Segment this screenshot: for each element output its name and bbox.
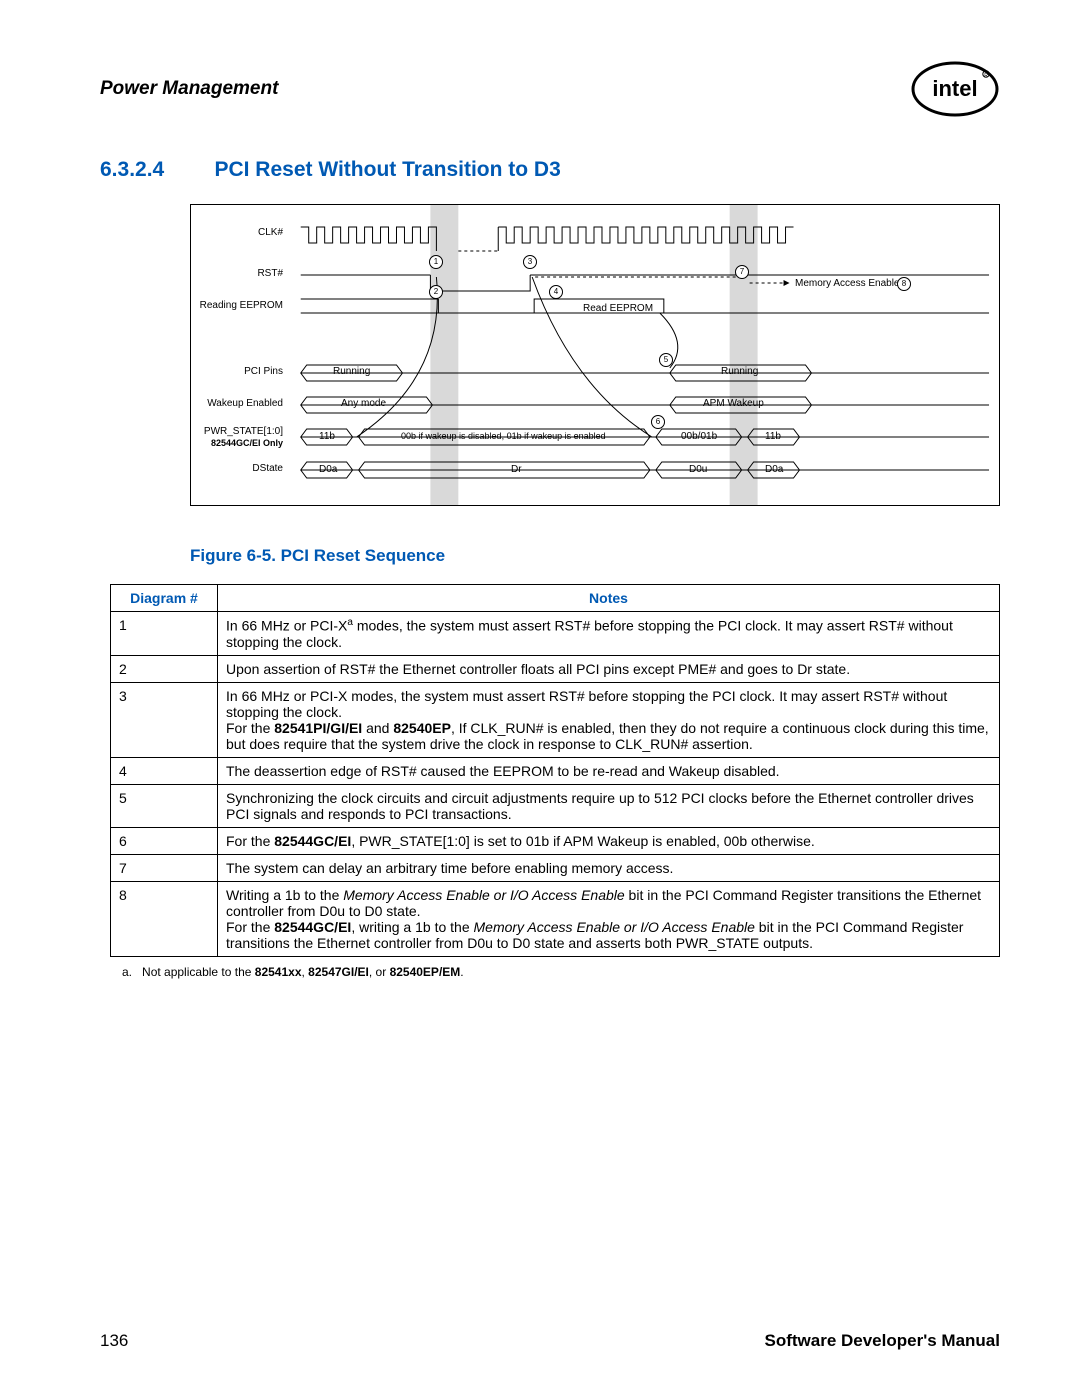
- label-running-1: Running: [333, 366, 370, 377]
- label-read-eeprom: Read EEPROM: [583, 303, 653, 314]
- label-pwr-11b-a: 11b: [319, 431, 335, 442]
- cell-diagram-num: 2: [111, 655, 218, 682]
- label-pwr-mid: 00b if wakeup is disabled, 01b if wakeup…: [401, 431, 606, 441]
- signal-dstate-label: DState: [252, 463, 283, 474]
- cell-notes: In 66 MHz or PCI-X modes, the system mus…: [218, 682, 1000, 757]
- cell-notes: Upon assertion of RST# the Ethernet cont…: [218, 655, 1000, 682]
- cell-diagram-num: 1: [111, 612, 218, 656]
- cell-notes: For the 82544GC/EI, PWR_STATE[1:0] is se…: [218, 827, 1000, 854]
- signal-reading-eeprom-label: Reading EEPROM: [200, 300, 283, 311]
- cell-diagram-num: 6: [111, 827, 218, 854]
- marker-3: 3: [523, 255, 537, 269]
- page: Power Management intel R 6.3.2.4 PCI Res…: [0, 0, 1080, 1397]
- table-row: 5Synchronizing the clock circuits and ci…: [111, 784, 1000, 827]
- cell-notes: In 66 MHz or PCI-Xa modes, the system mu…: [218, 612, 1000, 656]
- cell-diagram-num: 7: [111, 854, 218, 881]
- marker-5: 5: [659, 353, 673, 367]
- table-row: 3In 66 MHz or PCI-X modes, the system mu…: [111, 682, 1000, 757]
- page-number: 136: [100, 1331, 128, 1351]
- footnote-text: Not applicable to the 82541xx, 82547GI/E…: [142, 965, 464, 979]
- section-title: PCI Reset Without Transition to D3: [214, 158, 560, 181]
- signal-pwrstate-label: PWR_STATE[1:0]: [204, 426, 283, 437]
- label-memory-access-enable: Memory Access Enable: [795, 278, 900, 289]
- marker-6: 6: [651, 415, 665, 429]
- table-row: 2Upon assertion of RST# the Ethernet con…: [111, 655, 1000, 682]
- table-row: 1In 66 MHz or PCI-Xa modes, the system m…: [111, 612, 1000, 656]
- marker-7: 7: [735, 265, 749, 279]
- figure-caption: Figure 6-5. PCI Reset Sequence: [190, 546, 1000, 566]
- document-title: Software Developer's Manual: [764, 1331, 1000, 1351]
- cell-notes: The deassertion edge of RST# caused the …: [218, 757, 1000, 784]
- table-row: 4The deassertion edge of RST# caused the…: [111, 757, 1000, 784]
- svg-text:R: R: [984, 73, 988, 79]
- label-pwr-00b01b: 00b/01b: [681, 431, 717, 442]
- svg-text:intel: intel: [932, 76, 977, 101]
- signal-rst-label: RST#: [257, 268, 283, 279]
- signal-wakeup-label: Wakeup Enabled: [207, 398, 283, 409]
- label-d0a-a: D0a: [319, 464, 337, 475]
- table-row: 6For the 82544GC/EI, PWR_STATE[1:0] is s…: [111, 827, 1000, 854]
- marker-1: 1: [429, 255, 443, 269]
- header-section-title: Power Management: [100, 78, 278, 100]
- cell-diagram-num: 4: [111, 757, 218, 784]
- cell-diagram-num: 8: [111, 881, 218, 956]
- cell-notes: Synchronizing the clock circuits and cir…: [218, 784, 1000, 827]
- label-apm-wakeup: APM Wakeup: [703, 398, 764, 409]
- signal-clk-label: CLK#: [258, 227, 283, 238]
- intel-logo: intel R: [910, 60, 1000, 118]
- marker-4: 4: [549, 285, 563, 299]
- table-row: 7The system can delay an arbitrary time …: [111, 854, 1000, 881]
- marker-2: 2: [429, 285, 443, 299]
- label-d0a-b: D0a: [765, 464, 783, 475]
- section-number: 6.3.2.4: [100, 158, 210, 182]
- marker-8: 8: [897, 277, 911, 291]
- th-notes: Notes: [218, 585, 1000, 612]
- label-d0u: D0u: [689, 464, 707, 475]
- th-diagram: Diagram #: [111, 585, 218, 612]
- timing-diagram: CLK# RST# Reading EEPROM PCI Pins Wakeup…: [190, 204, 1000, 506]
- page-header: Power Management intel R: [100, 60, 1000, 118]
- table-row: 8Writing a 1b to the Memory Access Enabl…: [111, 881, 1000, 956]
- page-footer: 136 Software Developer's Manual: [100, 1331, 1000, 1351]
- label-dr: Dr: [511, 464, 522, 475]
- notes-table: Diagram # Notes 1In 66 MHz or PCI-Xa mod…: [110, 584, 1000, 957]
- signal-pci-pins-label: PCI Pins: [244, 366, 283, 377]
- label-running-2: Running: [721, 366, 758, 377]
- label-pwr-11b-b: 11b: [765, 431, 781, 442]
- footnote: a. Not applicable to the 82541xx, 82547G…: [122, 965, 1000, 979]
- cell-diagram-num: 5: [111, 784, 218, 827]
- cell-notes: Writing a 1b to the Memory Access Enable…: [218, 881, 1000, 956]
- signal-pwrstate-note: 82544GC/EI Only: [211, 438, 283, 448]
- cell-notes: The system can delay an arbitrary time b…: [218, 854, 1000, 881]
- cell-diagram-num: 3: [111, 682, 218, 757]
- label-any-mode: Any mode: [341, 398, 386, 409]
- section-heading: 6.3.2.4 PCI Reset Without Transition to …: [100, 158, 1000, 182]
- footnote-marker: a.: [122, 965, 132, 979]
